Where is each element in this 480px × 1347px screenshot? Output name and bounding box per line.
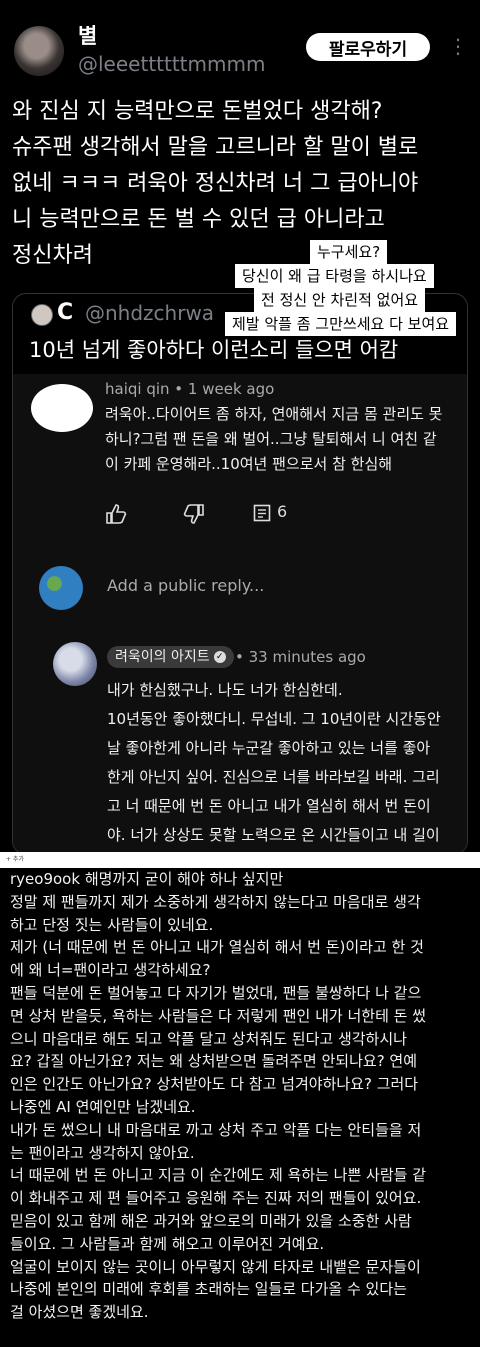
instagram-text: 해명까지 굳이 해야 하나 싶지만 정말 제 팬들까지 제가 소중하게 생각하지… — [10, 870, 427, 1322]
quoted-avatar — [31, 304, 53, 326]
comment-meta: haiqi qin • 1 week ago — [105, 380, 275, 398]
display-name[interactable]: 별 — [78, 20, 97, 50]
like-icon[interactable] — [105, 504, 127, 528]
more-options-icon[interactable]: ⋮ — [448, 34, 468, 58]
dislike-icon[interactable] — [183, 504, 205, 528]
instagram-username[interactable]: ryeo9ook — [10, 870, 80, 888]
verified-check-icon: ✓ — [213, 651, 226, 663]
sticker-4: 제발 악플 좀 그만쓰세요 다 보여요 — [225, 312, 457, 336]
comment-time: 1 week ago — [187, 380, 275, 398]
globe-icon — [39, 566, 83, 610]
quoted-tweet[interactable]: C @nhdzchrwa 10년 넘게 좋아하다 이런소리 들으면 어캄 hai… — [12, 293, 468, 855]
reply-author: 려욱이의 아지트 — [115, 649, 210, 665]
comment-text: 려욱아..다이어트 좀 하자, 연애해서 지금 몸 관리도 못 하니?그럼 팬 … — [105, 405, 443, 473]
replies-icon[interactable] — [253, 504, 271, 526]
quoted-handle: @nhdzchrwa — [85, 301, 215, 325]
reply-text: 내가 한심했구나. 나도 너가 한심한데. 10년동안 좋아했다니. 무섭네. … — [107, 681, 441, 844]
public-reply-input[interactable]: Add a public reply... — [107, 576, 264, 595]
comment-author: haiqi qin — [105, 380, 170, 398]
reply-time: • 33 minutes ago — [235, 648, 366, 666]
sticker-2: 당신이 왜 급 타령을 하시나요 — [235, 264, 434, 288]
reply-count: 6 — [277, 502, 288, 521]
quoted-initial: C — [57, 300, 74, 325]
reply-avatar — [53, 642, 97, 686]
section-divider: + 추가 — [0, 852, 480, 868]
sticker-3: 전 정신 안 차린적 없어요 — [254, 288, 426, 312]
instagram-caption: ryeo9ook 해명까지 굳이 해야 하나 싶지만 정말 제 팬들까지 제가 … — [10, 868, 475, 1324]
tweet-text: 와 진심 지 능력만으로 돈벌었다 생각해? 슈주팬 생각해서 말을 고르니라 … — [12, 99, 419, 268]
reply-author-chip[interactable]: 려욱이의 아지트 ✓ — [107, 646, 234, 668]
follow-button[interactable]: 팔로우하기 — [306, 33, 430, 61]
reply-time-value: 33 minutes ago — [248, 648, 366, 666]
youtube-comment-screenshot: haiqi qin • 1 week ago 려욱아..다이어트 좀 하자, 연… — [13, 374, 467, 854]
commenter-avatar — [31, 384, 93, 432]
user-handle[interactable]: @leeettttttmmmm — [78, 52, 265, 76]
sticker-1: 누구세요? — [310, 240, 388, 264]
quoted-text: 10년 넘게 좋아하다 이런소리 들으면 어캄 — [29, 338, 399, 362]
profile-avatar[interactable] — [14, 26, 64, 76]
